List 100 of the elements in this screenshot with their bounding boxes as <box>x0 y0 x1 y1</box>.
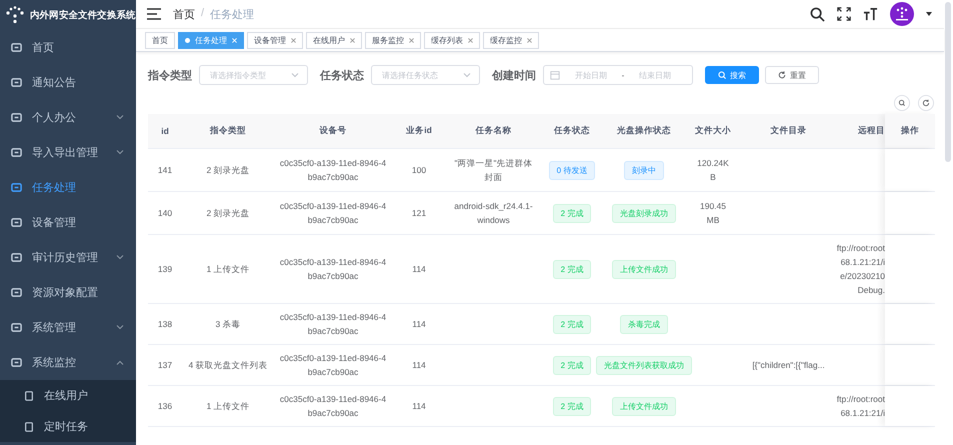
reset-button[interactable]: 重置 <box>765 66 819 84</box>
action-cell <box>885 235 935 303</box>
search-icon <box>718 71 726 79</box>
tab[interactable]: 在线用户 <box>306 32 362 48</box>
table-cell-text: 140 <box>156 207 174 220</box>
table-cell-text: 137 <box>156 359 174 372</box>
action-cell <box>885 386 935 426</box>
close-icon[interactable] <box>468 38 473 42</box>
sidebar-item[interactable]: 设备管理 <box>0 205 136 240</box>
table-cell-text: 136 <box>156 400 174 413</box>
column-header: 文件大小 <box>694 124 732 137</box>
chevron-down-icon <box>291 72 299 78</box>
column-header: 业务id <box>405 124 433 137</box>
menu-icon[interactable] <box>147 8 161 20</box>
sidebar-item[interactable]: 系统管理 <box>0 310 136 345</box>
tab[interactable]: 服务监控 <box>365 32 421 48</box>
column-header: 文件目录 <box>770 124 808 137</box>
status-tag: 0 待发送 <box>548 160 596 180</box>
table-cell-text: 114 <box>411 318 427 331</box>
column-header: 设备号 <box>318 124 348 137</box>
action-cell <box>885 345 935 385</box>
table-cell-text: c0c35cf0-a139-11ed-8946-4b9ac7cb90ac <box>278 393 388 420</box>
table-cell-text: Debug. <box>858 284 885 297</box>
table-cell-text: c0c35cf0-a139-11ed-8946-4b9ac7cb90ac <box>278 157 388 184</box>
table-cell-text: 138 <box>156 318 174 331</box>
status-tag: 上传文件成功 <box>612 260 676 278</box>
status-tag: 刻录中 <box>624 160 664 180</box>
tab[interactable]: 设备管理 <box>247 32 303 48</box>
sidebar-item[interactable]: 系统监控 <box>0 345 136 380</box>
app-title: 内外网安全文件交换系统 <box>30 8 136 22</box>
column-header: 操作 <box>885 114 935 148</box>
avatar-icon[interactable] <box>890 2 914 26</box>
table-cell-text: c0c35cf0-a139-11ed-8946-4b9ac7cb90ac <box>278 311 388 338</box>
table-cell-text: 3 杀毒 <box>214 318 242 331</box>
sidebar-item[interactable]: 首页 <box>0 30 136 65</box>
table-cell-text: 114 <box>411 359 427 372</box>
status-tag: 上传文件成功 <box>612 396 676 416</box>
refresh-icon[interactable] <box>918 95 934 111</box>
filter-label: 创建时间 <box>492 68 536 82</box>
sidebar-subitem[interactable]: 定时任务 <box>0 411 136 442</box>
sidebar-item[interactable]: 资源对象配置 <box>0 275 136 310</box>
search-toggle-icon[interactable] <box>894 95 910 111</box>
dots-logo-icon <box>5 6 25 24</box>
calendar-icon <box>550 70 560 80</box>
fullscreen-icon[interactable] <box>837 7 851 21</box>
table-cell-text: 141 <box>156 164 174 177</box>
chevron-down-icon <box>463 72 471 78</box>
action-cell <box>885 304 935 344</box>
column-header: 指令类型 <box>208 124 247 137</box>
table-cell-text: 4 获取光盘文件列表 <box>187 359 269 372</box>
sidebar-item[interactable]: 导入导出管理 <box>0 135 136 170</box>
table-cell-text: ftp://root:root <box>836 242 885 255</box>
caret-icon[interactable] <box>926 12 932 16</box>
close-icon[interactable] <box>409 38 414 42</box>
close-icon[interactable] <box>527 38 532 42</box>
tab[interactable]: 缓存列表 <box>424 32 480 48</box>
status-tag: 光盘刻录成功 <box>612 204 676 222</box>
table-cell-text: 139 <box>156 263 174 276</box>
table-cell-text: 121 <box>410 207 428 220</box>
tab[interactable]: 缓存监控 <box>483 32 539 48</box>
table-cell-text: "两弹一星"先进群体封面 <box>453 157 534 184</box>
sidebar-subitem[interactable]: 在线用户 <box>0 380 136 411</box>
table-cell-text: c0c35cf0-a139-11ed-8946-4b9ac7cb90ac <box>278 200 388 227</box>
sidebar-item[interactable]: 审计历史管理 <box>0 240 136 275</box>
column-header: 任务名称 <box>474 124 512 137</box>
table-cell-text: 114 <box>411 263 427 276</box>
scrollbar[interactable] <box>945 2 951 162</box>
sidebar-item[interactable]: 任务处理 <box>0 170 136 205</box>
font-size-icon[interactable] <box>863 6 878 22</box>
date-range-field[interactable]: 开始日期 - 结束日期 <box>543 65 693 85</box>
table-cell-text: 100 <box>410 164 428 177</box>
table-cell-text: 120.24KB <box>697 157 729 184</box>
active-dot-icon <box>185 38 190 42</box>
filter-label: 任务状态 <box>320 68 364 82</box>
action-cell <box>885 192 935 234</box>
column-header: id <box>160 125 170 138</box>
column-header: 光盘操作状态 <box>616 124 672 137</box>
close-icon[interactable] <box>291 38 296 42</box>
close-icon[interactable] <box>350 38 355 42</box>
table-cell-text: 68.1.21:21/i <box>840 256 885 269</box>
column-header: 任务状态 <box>552 124 591 137</box>
tab[interactable]: 首页 <box>145 32 175 48</box>
sidebar-item[interactable]: 个人办公 <box>0 100 136 135</box>
table-cell-text: 2 刻录光盘 <box>205 164 251 177</box>
filter-label: 指令类型 <box>148 68 192 82</box>
table-cell-text: 114 <box>411 400 427 413</box>
search-icon[interactable] <box>810 6 825 22</box>
status-tag: 2 完成 <box>552 204 592 222</box>
breadcrumb-item[interactable]: 首页 <box>173 6 195 22</box>
sidebar-item[interactable]: 通知公告 <box>0 65 136 100</box>
table-cell-text: 68.1.21:21/i <box>840 407 885 420</box>
column-header: 远程目 <box>857 124 885 137</box>
breadcrumb-item: 任务处理 <box>210 8 254 22</box>
table-cell-text: 190.45MB <box>699 200 727 227</box>
table-cell-text: c0c35cf0-a139-11ed-8946-4b9ac7cb90ac <box>278 256 388 283</box>
search-button[interactable]: 搜索 <box>705 66 759 84</box>
status-tag: 2 完成 <box>552 260 592 278</box>
status-tag: 2 完成 <box>552 356 592 374</box>
table-cell-text: c0c35cf0-a139-11ed-8946-4b9ac7cb90ac <box>278 352 388 379</box>
table-cell-text: 1 上传文件 <box>205 400 251 413</box>
